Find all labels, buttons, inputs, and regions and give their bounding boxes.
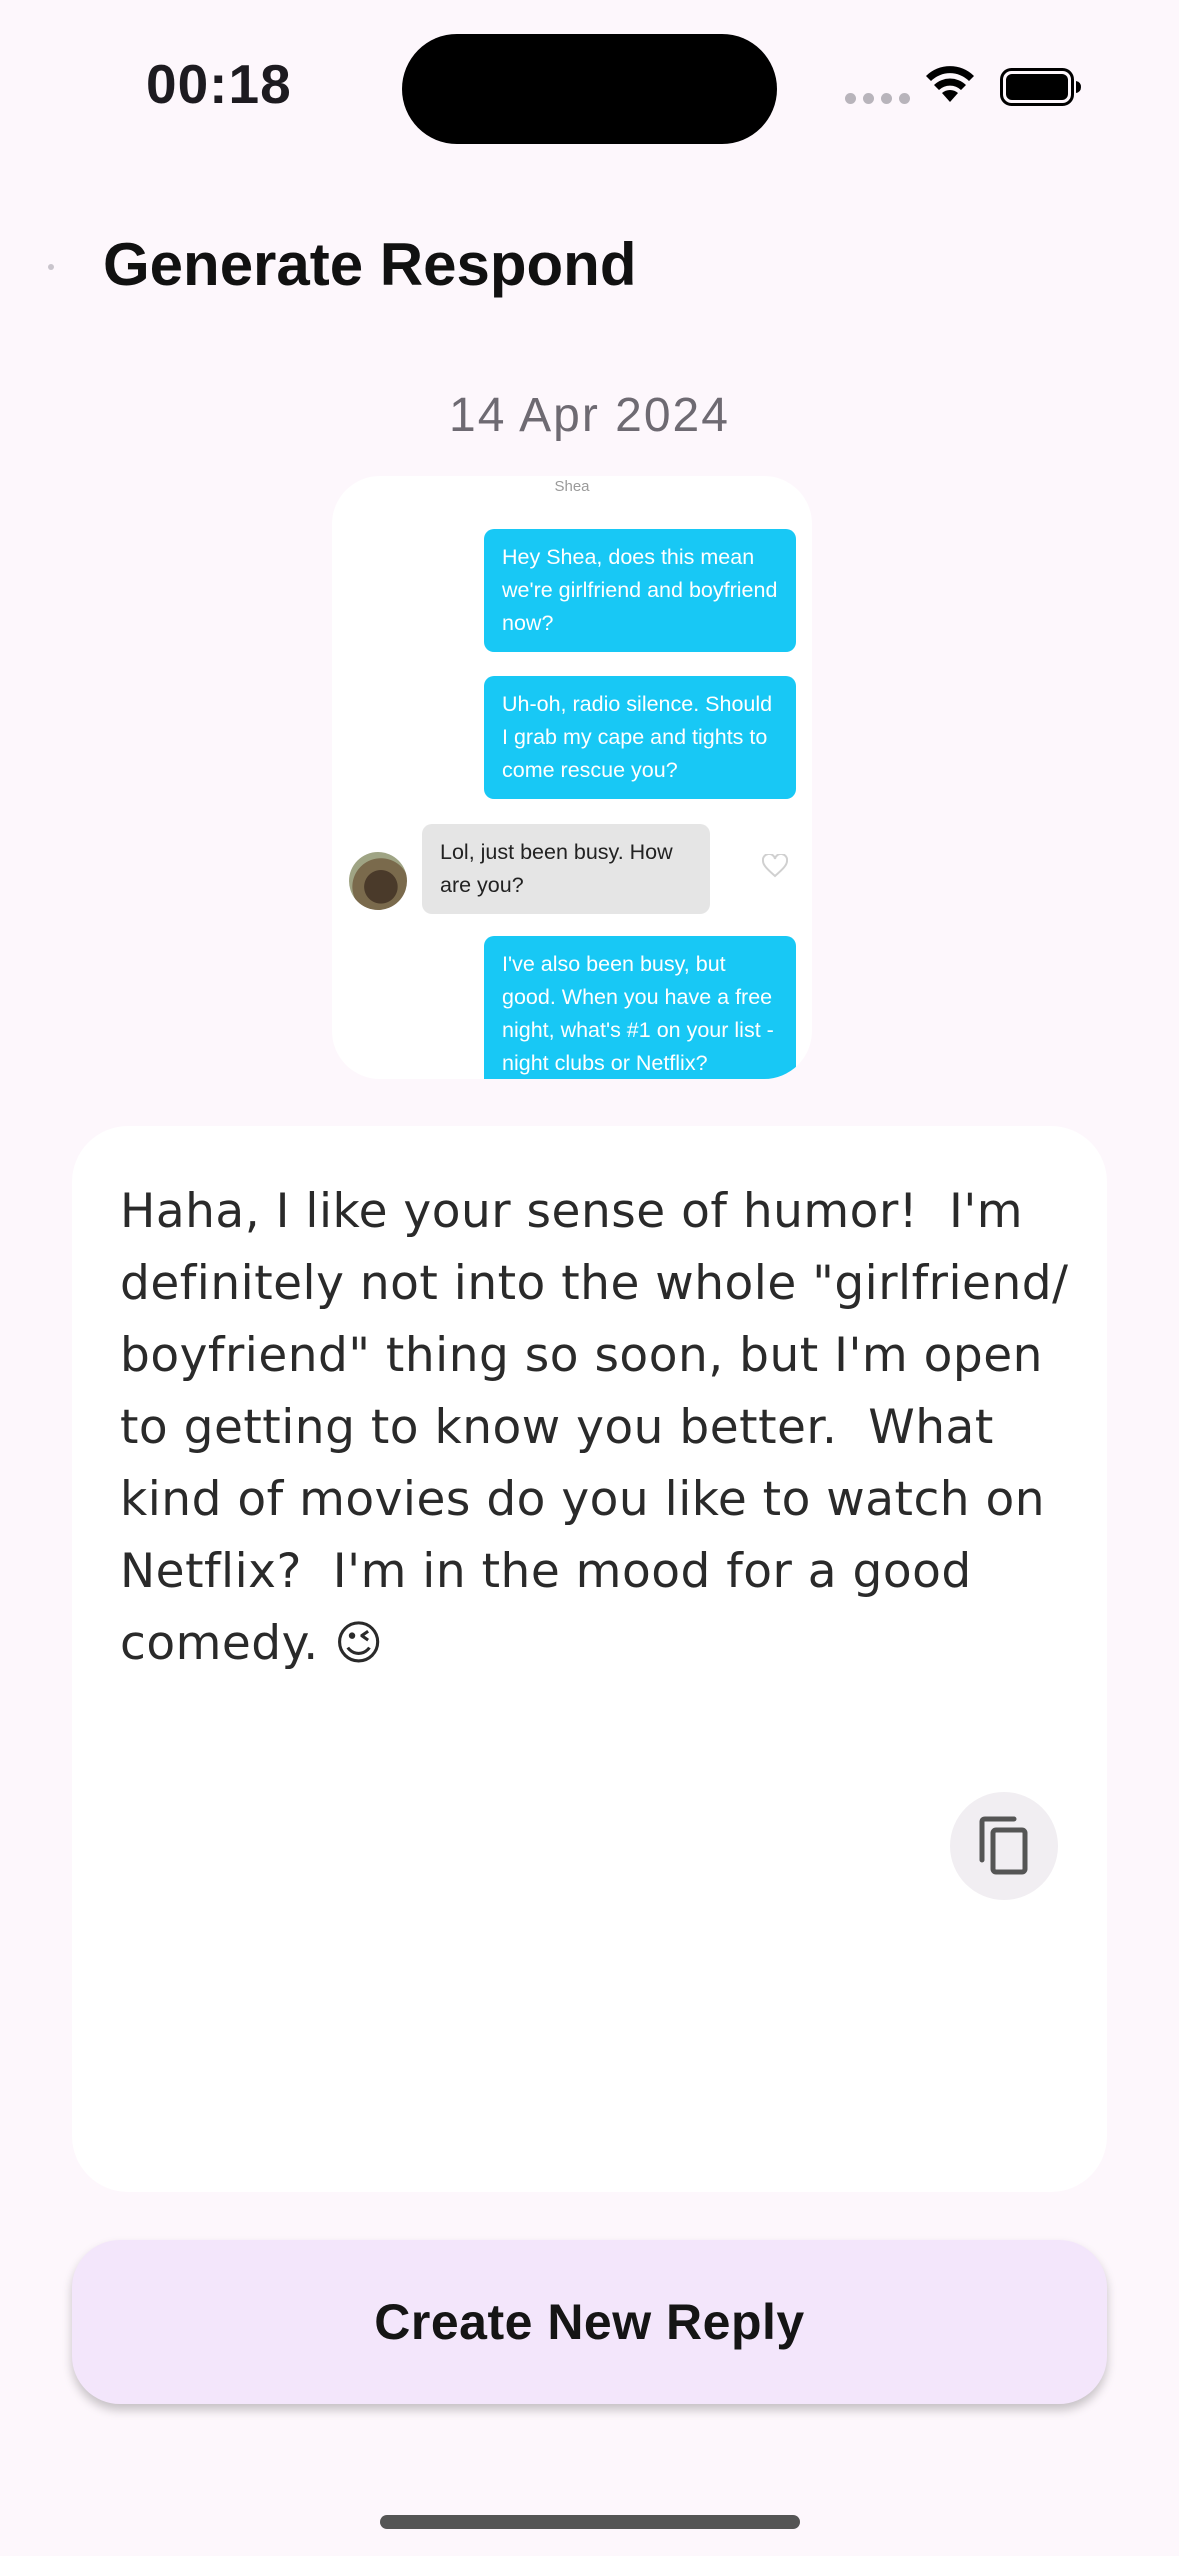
message-bubble-sent: Hey Shea, does this mean we're girlfrien… bbox=[484, 529, 796, 652]
app-header: Generate Respond bbox=[0, 200, 1179, 330]
contact-name: Shea bbox=[554, 478, 590, 495]
cellular-signal-icon bbox=[845, 93, 910, 104]
chat-screenshot-preview[interactable]: Shea Hey Shea, does this mean we're girl… bbox=[332, 476, 812, 1079]
battery-icon bbox=[1000, 68, 1081, 106]
copy-button[interactable] bbox=[950, 1792, 1058, 1900]
page-title: Generate Respond bbox=[103, 231, 637, 298]
heart-icon bbox=[762, 854, 788, 878]
generated-reply-text: Haha, I like your sense of humor! I'm de… bbox=[120, 1184, 1084, 1671]
dynamic-island bbox=[402, 34, 777, 144]
contact-avatar bbox=[349, 852, 407, 910]
status-time: 00:18 bbox=[146, 53, 292, 115]
status-bar: 00:18 bbox=[0, 0, 1179, 180]
wifi-icon bbox=[926, 66, 974, 102]
message-bubble-sent: Uh-oh, radio silence. Should I grab my c… bbox=[484, 676, 796, 799]
back-button[interactable] bbox=[48, 264, 54, 270]
home-indicator[interactable] bbox=[380, 2515, 800, 2529]
message-bubble-sent: I've also been busy, but good. When you … bbox=[484, 936, 796, 1079]
conversation-date: 14 Apr 2024 bbox=[449, 389, 730, 442]
copy-icon bbox=[979, 1816, 1028, 1875]
message-bubble-received: Lol, just been busy. How are you? bbox=[422, 824, 710, 914]
generated-reply-card: Haha, I like your sense of humor! I'm de… bbox=[72, 1126, 1107, 2192]
create-new-reply-button[interactable]: Create New Reply bbox=[72, 2240, 1107, 2404]
